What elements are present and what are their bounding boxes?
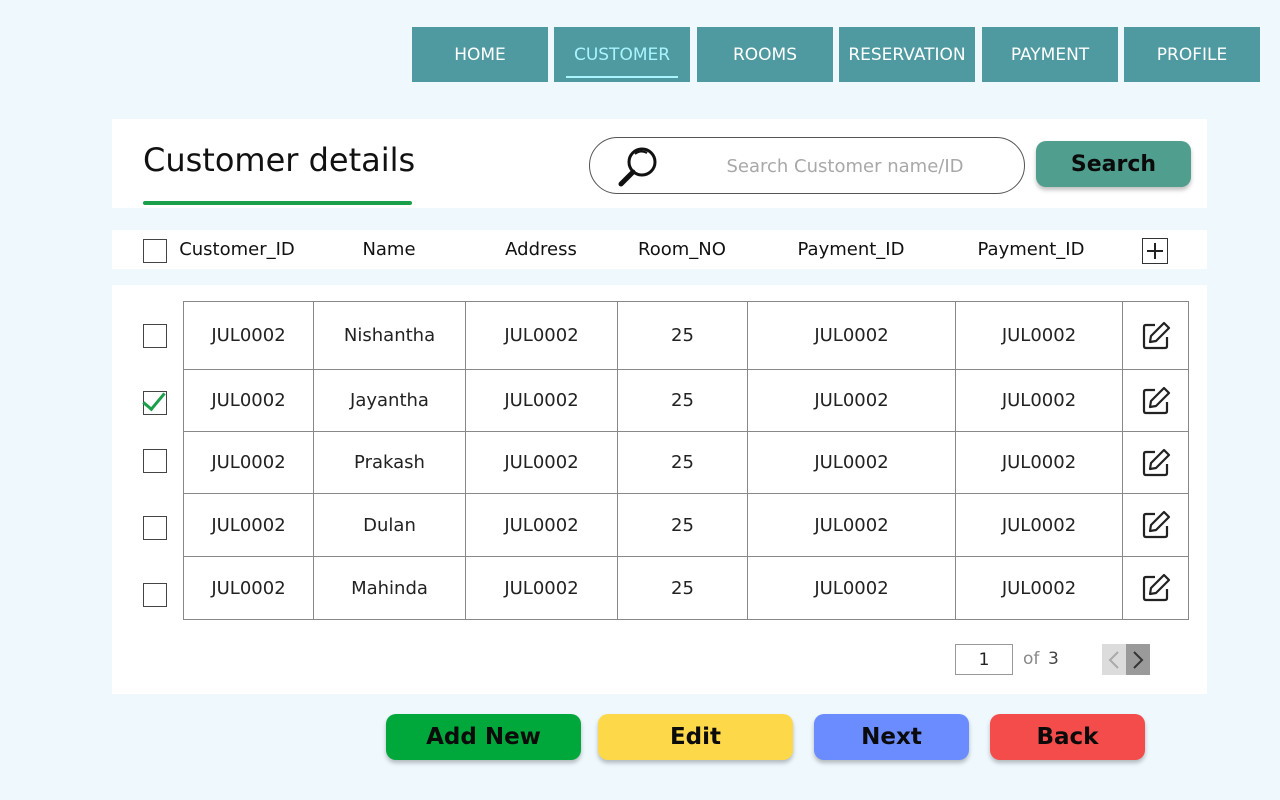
tab-payment-label: PAYMENT bbox=[1010, 44, 1090, 65]
cell-payment-id: JUL0002 bbox=[748, 370, 956, 431]
active-tab-underline bbox=[566, 76, 678, 78]
cell-payment-id-2: JUL0002 bbox=[956, 432, 1123, 493]
cell-name: Jayantha bbox=[314, 370, 466, 431]
table-header: Customer_ID Name Address Room_NO Payment… bbox=[112, 230, 1207, 269]
back-button[interactable]: Back bbox=[990, 714, 1145, 760]
edit-icon[interactable] bbox=[1141, 448, 1171, 478]
table-row[interactable]: JUL0002 Prakash JUL0002 25 JUL0002 JUL00… bbox=[184, 432, 1188, 494]
row-action-cell bbox=[1123, 432, 1188, 493]
cell-name: Dulan bbox=[314, 494, 466, 556]
tab-payment[interactable]: PAYMENT bbox=[982, 27, 1118, 82]
cell-customer-id: JUL0002 bbox=[184, 302, 314, 369]
cell-customer-id: JUL0002 bbox=[184, 557, 314, 619]
next-button[interactable]: Next bbox=[814, 714, 969, 760]
cell-payment-id: JUL0002 bbox=[748, 302, 956, 369]
plus-box-icon[interactable] bbox=[1142, 238, 1168, 264]
row-action-cell bbox=[1123, 370, 1188, 431]
cell-name: Nishantha bbox=[314, 302, 466, 369]
cell-address: JUL0002 bbox=[466, 432, 618, 493]
cell-customer-id: JUL0002 bbox=[184, 370, 314, 431]
cell-address: JUL0002 bbox=[466, 494, 618, 556]
add-new-button[interactable]: Add New bbox=[386, 714, 581, 760]
cell-room-no: 25 bbox=[618, 370, 748, 431]
tab-customer-label: CUSTOMER bbox=[573, 44, 671, 65]
cell-name: Prakash bbox=[314, 432, 466, 493]
tab-customer[interactable]: CUSTOMER bbox=[554, 27, 690, 82]
chevron-left-icon bbox=[1108, 651, 1119, 669]
cell-address: JUL0002 bbox=[466, 557, 618, 619]
customer-table: JUL0002 Nishantha JUL0002 25 JUL0002 JUL… bbox=[183, 301, 1189, 620]
row-action-cell bbox=[1123, 494, 1188, 556]
row-checkbox[interactable] bbox=[143, 324, 167, 348]
pagination-total-pages: 3 bbox=[1048, 649, 1059, 669]
next-page-button[interactable] bbox=[1126, 644, 1150, 675]
search-button[interactable]: Search bbox=[1036, 141, 1191, 187]
cell-payment-id-2: JUL0002 bbox=[956, 557, 1123, 619]
table-row[interactable]: JUL0002 Mahinda JUL0002 25 JUL0002 JUL00… bbox=[184, 557, 1188, 619]
table-row[interactable]: JUL0002 Jayantha JUL0002 25 JUL0002 JUL0… bbox=[184, 370, 1188, 432]
row-action-cell bbox=[1123, 302, 1188, 369]
cell-address: JUL0002 bbox=[466, 302, 618, 369]
column-header-address[interactable]: Address bbox=[465, 230, 617, 269]
row-checkbox[interactable] bbox=[143, 583, 167, 607]
table-row[interactable]: JUL0002 Nishantha JUL0002 25 JUL0002 JUL… bbox=[184, 302, 1188, 370]
edit-icon[interactable] bbox=[1141, 510, 1171, 540]
tab-home-label: HOME bbox=[454, 44, 506, 65]
row-checkbox-checked[interactable] bbox=[143, 391, 167, 415]
cell-customer-id: JUL0002 bbox=[184, 494, 314, 556]
edit-icon[interactable] bbox=[1141, 573, 1171, 603]
tab-rooms[interactable]: ROOMS bbox=[697, 27, 833, 82]
tab-reservation[interactable]: RESERVATION bbox=[839, 27, 975, 82]
table-row[interactable]: JUL0002 Dulan JUL0002 25 JUL0002 JUL0002 bbox=[184, 494, 1188, 557]
tab-rooms-label: ROOMS bbox=[732, 44, 798, 65]
cell-customer-id: JUL0002 bbox=[184, 432, 314, 493]
edit-icon[interactable] bbox=[1141, 321, 1171, 351]
cell-name: Mahinda bbox=[314, 557, 466, 619]
search-icon[interactable] bbox=[614, 144, 662, 190]
search-input[interactable] bbox=[680, 148, 1010, 184]
cell-payment-id-2: JUL0002 bbox=[956, 302, 1123, 369]
cell-room-no: 25 bbox=[618, 557, 748, 619]
edit-icon[interactable] bbox=[1141, 386, 1171, 416]
header-card: Customer details Search bbox=[112, 119, 1207, 208]
search-box[interactable] bbox=[589, 137, 1025, 194]
page-number-input[interactable] bbox=[955, 644, 1013, 675]
tab-reservation-label: RESERVATION bbox=[848, 44, 966, 65]
column-header-room-no[interactable]: Room_NO bbox=[617, 230, 747, 269]
column-header-payment-id-2[interactable]: Payment_ID bbox=[955, 230, 1107, 269]
cell-payment-id-2: JUL0002 bbox=[956, 370, 1123, 431]
select-all-checkbox[interactable] bbox=[143, 239, 167, 263]
row-action-cell bbox=[1123, 557, 1188, 619]
cell-payment-id: JUL0002 bbox=[748, 432, 956, 493]
page-title: Customer details bbox=[143, 141, 416, 179]
column-header-name[interactable]: Name bbox=[313, 230, 465, 269]
cell-room-no: 25 bbox=[618, 432, 748, 493]
row-checkbox[interactable] bbox=[143, 449, 167, 473]
tab-profile[interactable]: PROFILE bbox=[1124, 27, 1260, 82]
tab-home[interactable]: HOME bbox=[412, 27, 548, 82]
table-card: JUL0002 Nishantha JUL0002 25 JUL0002 JUL… bbox=[112, 285, 1207, 694]
prev-page-button[interactable] bbox=[1102, 644, 1126, 675]
cell-payment-id: JUL0002 bbox=[748, 557, 956, 619]
pagination-of-label: of bbox=[1023, 649, 1040, 669]
cell-room-no: 25 bbox=[618, 494, 748, 556]
cell-payment-id: JUL0002 bbox=[748, 494, 956, 556]
tab-profile-label: PROFILE bbox=[1156, 44, 1228, 65]
cell-address: JUL0002 bbox=[466, 370, 618, 431]
column-header-customer-id[interactable]: Customer_ID bbox=[179, 230, 295, 269]
cell-room-no: 25 bbox=[618, 302, 748, 369]
column-header-payment-id[interactable]: Payment_ID bbox=[747, 230, 955, 269]
cell-payment-id-2: JUL0002 bbox=[956, 494, 1123, 556]
edit-button[interactable]: Edit bbox=[598, 714, 793, 760]
title-underline bbox=[143, 201, 412, 205]
chevron-right-icon bbox=[1133, 651, 1144, 669]
row-checkbox[interactable] bbox=[143, 516, 167, 540]
